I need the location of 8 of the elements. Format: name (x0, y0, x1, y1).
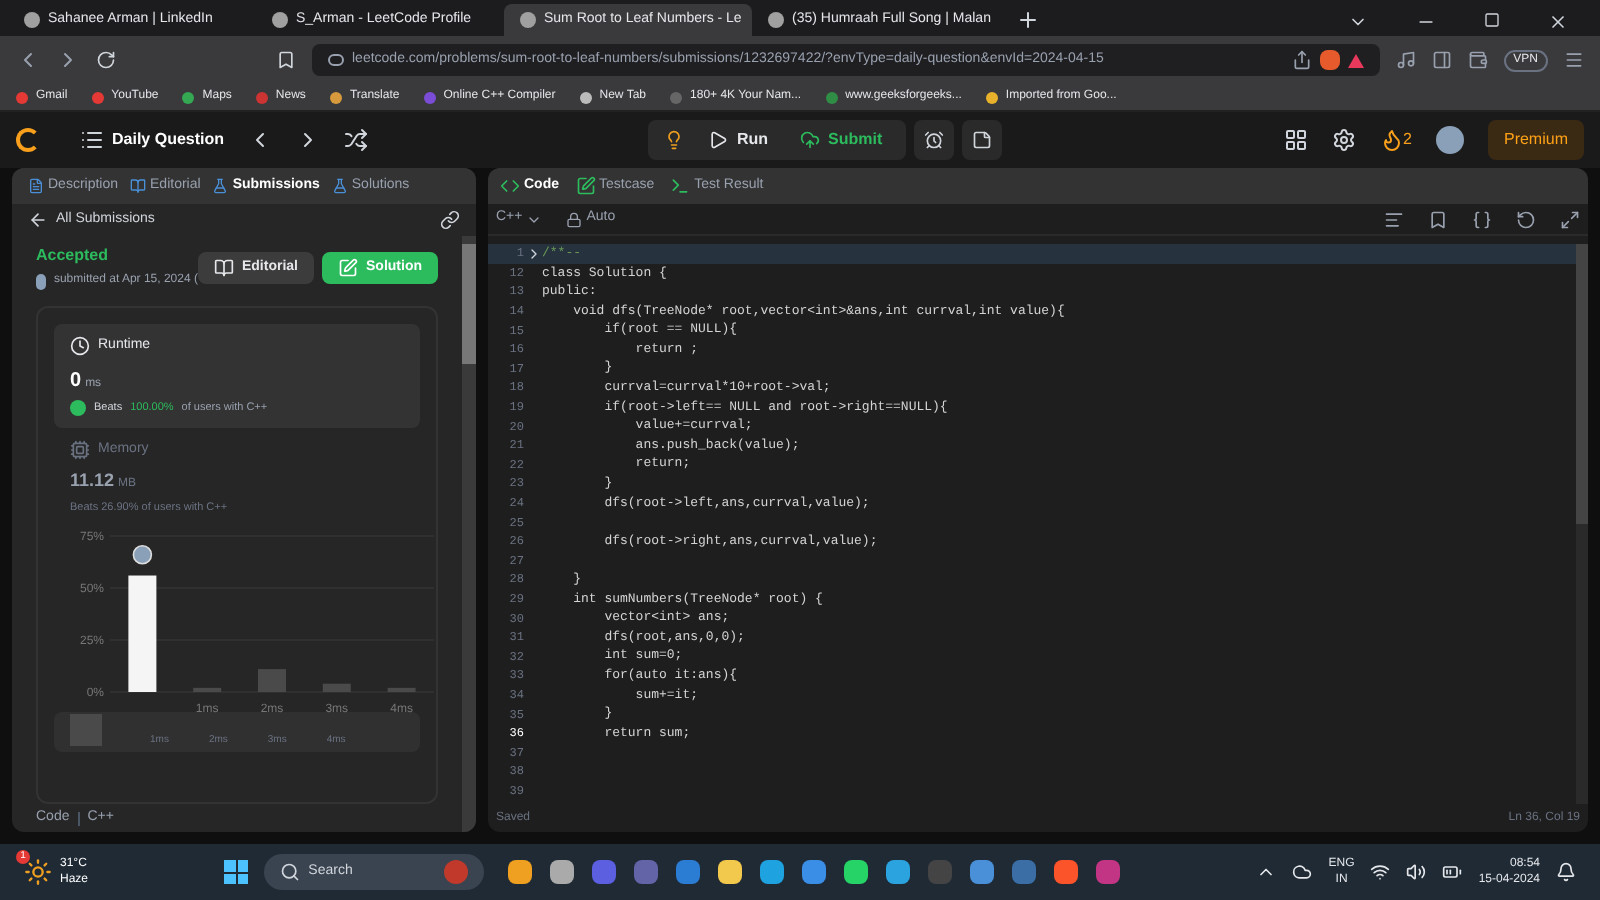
runtime-value: 0 (70, 367, 82, 395)
streak-counter[interactable]: 2 (1379, 128, 1412, 152)
run-button[interactable]: Run (700, 128, 776, 152)
premium-button[interactable]: Premium (1487, 120, 1584, 160)
memory-value: 11.12 (70, 468, 115, 495)
status-text: Accepted (36, 244, 111, 268)
submit-button[interactable]: Submit (792, 128, 891, 152)
daily-question-link[interactable]: Daily Question (112, 128, 225, 152)
